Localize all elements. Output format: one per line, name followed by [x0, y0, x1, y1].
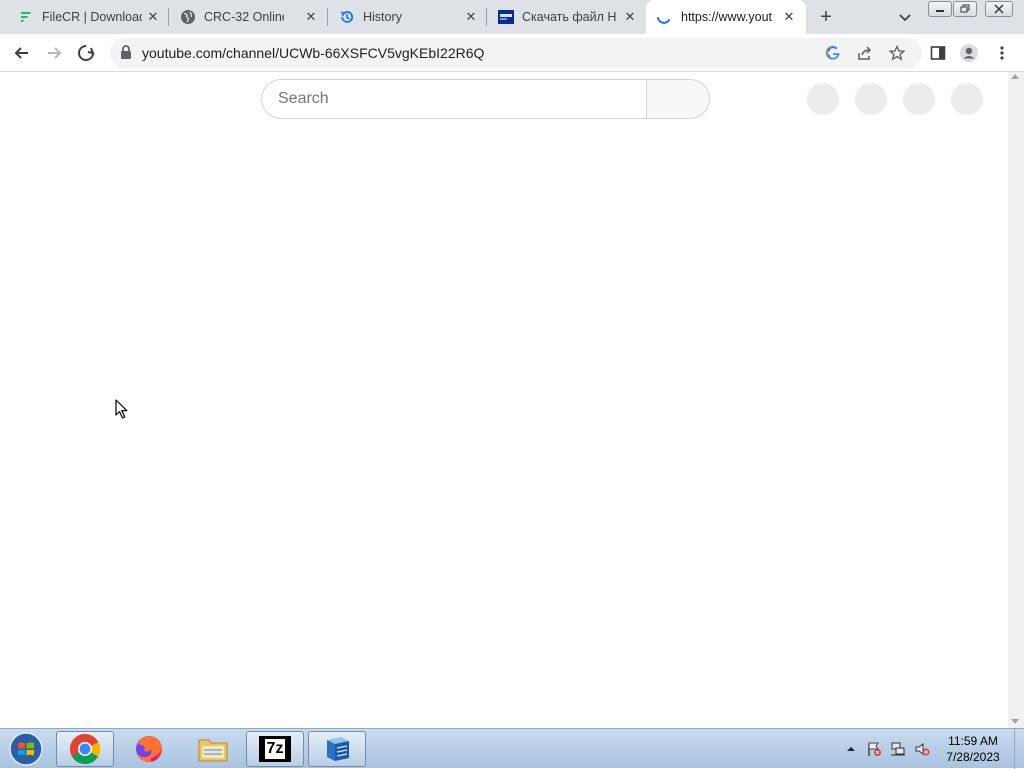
browser-toolbar: youtube.com/channel/UCWb-66XSFCV5vgKEbI2…	[0, 34, 1024, 72]
filecr-icon	[18, 9, 34, 25]
scroll-down-icon[interactable]	[1011, 719, 1019, 724]
profile-button[interactable]	[958, 42, 980, 64]
tab-youtube[interactable]: https://www.yout ✕	[646, 0, 806, 34]
7zip-icon: 7z	[259, 736, 291, 762]
restore-button[interactable]	[953, 1, 977, 17]
site-icon	[498, 9, 514, 25]
close-icon[interactable]: ✕	[146, 9, 160, 24]
tab-download-file[interactable]: Скачать файл НО ✕	[486, 0, 644, 34]
show-hidden-icons-button[interactable]	[843, 741, 859, 757]
tab-title: History	[363, 10, 402, 24]
loading-placeholder-icon	[807, 83, 839, 115]
side-panel-button[interactable]	[927, 42, 949, 64]
loading-placeholder-icon	[903, 83, 935, 115]
chevron-down-icon	[899, 14, 911, 22]
tab-filecr[interactable]: FileCR | Download ✕	[8, 0, 168, 34]
url-text: youtube.com/channel/UCWb-66XSFCV5vgKEbI2…	[142, 45, 485, 61]
google-lens-icon[interactable]	[824, 44, 842, 62]
volume-muted-icon[interactable]	[914, 741, 930, 757]
virtualbox-icon	[327, 737, 349, 761]
file-explorer-icon	[198, 739, 228, 762]
close-icon[interactable]: ✕	[304, 9, 318, 24]
chevron-up-icon	[847, 747, 855, 751]
page-scrollbar[interactable]	[1008, 72, 1024, 728]
address-bar[interactable]: youtube.com/channel/UCWb-66XSFCV5vgKEbI2…	[110, 38, 922, 68]
loading-placeholder-icon	[855, 83, 887, 115]
clock-date[interactable]: 7/28/2023	[937, 750, 1009, 764]
close-icon[interactable]: ✕	[782, 9, 796, 24]
new-tab-button[interactable]: +	[816, 7, 836, 27]
history-icon	[339, 9, 355, 25]
loading-spinner-icon	[78, 45, 95, 61]
taskbar-7zip[interactable]: 7z	[246, 731, 304, 767]
taskbar-chrome[interactable]	[56, 731, 114, 767]
more-vertical-icon	[1000, 46, 1004, 60]
arrow-right-icon	[48, 47, 62, 59]
forward-button[interactable]	[43, 42, 65, 64]
tab-strip: FileCR | Download ✕ CRC-32 Online ✕ Hist…	[0, 0, 1024, 34]
close-icon[interactable]: ✕	[464, 9, 478, 24]
back-button[interactable]	[11, 42, 33, 64]
show-desktop-button[interactable]	[1014, 729, 1024, 769]
menu-button[interactable]	[991, 42, 1013, 64]
tab-title: Скачать файл НО	[522, 10, 617, 24]
scroll-up-icon[interactable]	[1011, 74, 1019, 79]
windows-start-icon	[9, 732, 43, 766]
loading-spinner-icon	[656, 9, 672, 25]
tab-search-button[interactable]	[896, 8, 914, 26]
taskbar-firefox[interactable]	[120, 731, 178, 767]
start-button[interactable]	[4, 730, 48, 768]
loading-placeholder-icon	[951, 83, 983, 115]
clock-time[interactable]: 11:59 AM	[937, 734, 1009, 748]
chrome-icon	[69, 734, 101, 765]
close-window-button[interactable]	[985, 1, 1013, 17]
tab-crc32[interactable]: CRC-32 Online ✕	[168, 0, 326, 34]
arrow-left-icon	[14, 47, 28, 59]
youtube-page	[0, 72, 1008, 728]
network-icon[interactable]	[890, 741, 906, 757]
tab-title: CRC-32 Online	[204, 10, 284, 24]
close-icon[interactable]: ✕	[623, 9, 637, 24]
profile-avatar-icon	[960, 44, 978, 62]
close-icon	[994, 4, 1004, 14]
side-panel-icon	[930, 46, 946, 60]
lock-icon[interactable]	[120, 45, 132, 65]
tab-title: FileCR | Download	[42, 10, 142, 24]
tab-history[interactable]: History ✕	[327, 0, 485, 34]
7zip-label: 7z	[264, 739, 286, 759]
taskbar-virtualbox[interactable]	[308, 731, 366, 767]
share-icon[interactable]	[856, 44, 874, 62]
minimize-button[interactable]	[928, 1, 952, 17]
search-button[interactable]	[646, 79, 710, 119]
globe-icon	[180, 9, 196, 25]
search-box[interactable]	[261, 79, 647, 119]
firefox-icon	[136, 736, 163, 763]
action-center-icon[interactable]	[866, 741, 882, 757]
minimize-icon	[936, 10, 944, 12]
stop-loading-button[interactable]	[75, 42, 97, 64]
search-input[interactable]	[278, 90, 638, 108]
taskbar-file-explorer[interactable]	[184, 731, 242, 767]
restore-icon	[960, 4, 970, 13]
mouse-cursor-icon	[115, 399, 128, 419]
bookmark-star-icon[interactable]	[888, 44, 906, 62]
tab-title: https://www.yout	[681, 10, 773, 24]
windows-taskbar: 7z 11:59 AM 7/28/2023	[0, 728, 1024, 769]
